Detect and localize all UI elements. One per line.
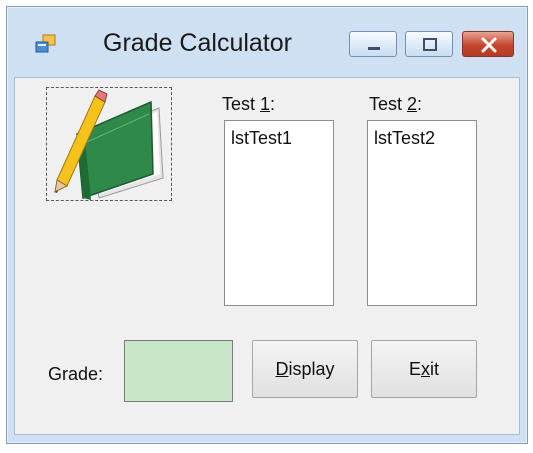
exit-button[interactable]: Exit (371, 340, 477, 398)
test2-listbox[interactable]: lstTest2 (367, 120, 477, 306)
grade-calculator-window: Grade Calculator Test 1: Test 2: lstTest… (6, 6, 528, 444)
grade-label: Grade: (48, 364, 104, 384)
list-item[interactable]: lstTest1 (231, 128, 292, 149)
minimize-button[interactable] (349, 31, 397, 57)
list-item[interactable]: lstTest2 (374, 128, 435, 149)
close-button[interactable] (462, 31, 514, 57)
grade-output (124, 340, 233, 402)
close-icon (481, 37, 497, 53)
test1-label: Test 1: (222, 94, 276, 114)
maximize-button[interactable] (405, 31, 453, 57)
test2-label: Test 2: (369, 94, 423, 114)
test1-listbox[interactable]: lstTest1 (224, 120, 334, 306)
form-icon (35, 34, 57, 54)
form-client-area: Test 1: Test 2: lstTest1 lstTest2 Grade:… (14, 77, 520, 435)
maximize-icon (423, 38, 437, 51)
display-button[interactable]: Display (252, 340, 358, 398)
minimize-icon (368, 47, 380, 50)
book-and-pencil-icon (54, 89, 164, 200)
window-title: Grade Calculator (103, 29, 292, 57)
picture-box (46, 87, 172, 201)
title-bar[interactable]: Grade Calculator (7, 7, 527, 77)
